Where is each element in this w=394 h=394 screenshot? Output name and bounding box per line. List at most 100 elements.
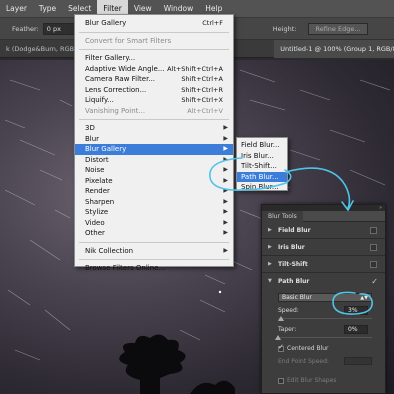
centered-blur-option[interactable]: ✓ Centered Blur xyxy=(278,343,385,354)
filter-menu-blur-gallery-last[interactable]: Blur Gallery Ctrl+F xyxy=(75,18,233,29)
menu-divider xyxy=(79,31,229,33)
filter-menu-adaptive-wide-angle[interactable]: Adaptive Wide Angle... Alt+Shift+Ctrl+A xyxy=(75,64,233,75)
menu-layer[interactable]: Layer xyxy=(0,0,33,18)
refine-edge-button[interactable]: Refine Edge... xyxy=(308,22,368,35)
dropdown-arrow-icon: ▲▼ xyxy=(360,295,368,301)
section-enable-checkbox[interactable] xyxy=(370,227,377,234)
filter-menu-camera-raw[interactable]: Camera Raw Filter... Shift+Ctrl+A xyxy=(75,74,233,85)
section-label: Iris Blur xyxy=(278,244,305,251)
expand-triangle-icon[interactable]: ▶ xyxy=(268,239,272,256)
section-tilt-shift[interactable]: ▶ Tilt-Shift xyxy=(262,256,385,273)
bright-star xyxy=(218,290,222,294)
checkmark-icon[interactable]: ✓ xyxy=(371,273,378,290)
submenu-iris-blur[interactable]: Iris Blur... xyxy=(237,151,287,162)
menu-divider xyxy=(79,241,229,243)
end-point-speed-row: End Point Speed: xyxy=(278,356,385,367)
filter-menu-pixelate[interactable]: Pixelate ▶ xyxy=(75,176,233,187)
filter-menu-video[interactable]: Video ▶ xyxy=(75,218,233,229)
taper-slider[interactable] xyxy=(275,335,372,340)
filter-menu-other[interactable]: Other ▶ xyxy=(75,228,233,239)
submenu-arrow-icon: ▶ xyxy=(223,124,228,131)
panel-title[interactable]: Blur Tools xyxy=(262,211,303,222)
submenu-tilt-shift[interactable]: Tilt-Shift... xyxy=(237,161,287,172)
section-enable-checkbox[interactable] xyxy=(370,261,377,268)
submenu-arrow-icon: ▶ xyxy=(223,187,228,194)
speed-input[interactable]: 3% xyxy=(344,306,368,315)
filter-menu-item-label: Pixelate xyxy=(85,176,113,185)
filter-menu-item-label: Camera Raw Filter... xyxy=(85,75,156,83)
section-path-blur[interactable]: ▼ Path Blur ✓ xyxy=(262,273,385,290)
end-point-speed-label: End Point Speed: xyxy=(278,358,329,365)
filter-menu-liquify[interactable]: Liquify... Shift+Ctrl+X xyxy=(75,95,233,106)
menu-type[interactable]: Type xyxy=(33,0,62,18)
submenu-arrow-icon: ▶ xyxy=(223,145,228,152)
filter-menu-item-label: Blur Gallery xyxy=(85,145,127,153)
filter-menu-item-label: Noise xyxy=(85,166,105,174)
speed-label: Speed: xyxy=(278,307,299,314)
filter-menu-convert-smart: Convert for Smart Filters xyxy=(85,36,172,45)
submenu-arrow-icon: ▶ xyxy=(223,218,228,226)
filter-menu-render[interactable]: Render ▶ xyxy=(75,186,233,197)
slider-track xyxy=(278,318,372,319)
filter-menu-blur-gallery[interactable]: Blur Gallery ▶ xyxy=(75,144,233,155)
section-label: Path Blur xyxy=(278,278,310,285)
speed-slider-knob[interactable] xyxy=(277,316,284,321)
shortcut-label: Ctrl+F xyxy=(202,19,223,27)
filter-menu-filter-gallery[interactable]: Filter Gallery... xyxy=(75,53,233,64)
edit-blur-shapes-option[interactable]: Edit Blur Shapes xyxy=(278,375,385,386)
blur-gallery-submenu: Field Blur... Iris Blur... Tilt-Shift...… xyxy=(236,137,288,191)
speed-slider[interactable] xyxy=(277,316,372,321)
submenu-spin-blur[interactable]: Spin Blur... xyxy=(237,182,287,193)
edit-blur-shapes-label: Edit Blur Shapes xyxy=(287,377,337,384)
submenu-field-blur[interactable]: Field Blur... xyxy=(237,140,287,151)
filter-menu-item-label: Blur xyxy=(85,134,100,143)
shortcut-label: Shift+Ctrl+X xyxy=(181,96,223,104)
filter-menu-noise[interactable]: Noise ▶ xyxy=(75,165,233,176)
taper-row: Taper: 0% xyxy=(278,324,385,336)
menu-divider xyxy=(79,49,229,50)
speed-row: Speed: 3% xyxy=(278,305,385,317)
centered-blur-label: Centered Blur xyxy=(287,345,329,352)
section-iris-blur[interactable]: ▶ Iris Blur xyxy=(262,239,385,256)
shortcut-label: Shift+Ctrl+A xyxy=(181,75,223,83)
dropdown-value: Basic Blur xyxy=(282,294,312,301)
filter-menu-nik-collection[interactable]: Nik Collection ▶ xyxy=(75,246,233,257)
submenu-arrow-icon: ▶ xyxy=(223,176,228,184)
submenu-arrow-icon: ▶ xyxy=(223,229,228,236)
blur-type-dropdown[interactable]: Basic Blur ▲▼ xyxy=(278,293,372,302)
filter-menu-item-label: Blur Gallery xyxy=(85,19,127,27)
shortcut-label: Alt+Shift+Ctrl+A xyxy=(167,64,223,73)
menu-divider xyxy=(79,259,229,260)
filter-menu-sharpen[interactable]: Sharpen ▶ xyxy=(75,197,233,208)
filter-menu-item-label: Stylize xyxy=(85,208,109,216)
submenu-path-blur[interactable]: Path Blur... xyxy=(237,171,287,182)
collapse-triangle-icon[interactable]: ▼ xyxy=(268,273,272,290)
menu-divider xyxy=(79,119,229,120)
edit-blur-shapes-checkbox[interactable] xyxy=(278,378,284,384)
shortcut-label: Alt+Ctrl+V xyxy=(187,106,223,115)
filter-menu-item-label: Vanishing Point... xyxy=(85,106,146,115)
filter-menu-distort[interactable]: Distort ▶ xyxy=(75,155,233,166)
taper-slider-knob[interactable] xyxy=(275,335,281,340)
submenu-arrow-icon: ▶ xyxy=(223,166,228,173)
panel-tab-row: Blur Tools xyxy=(262,211,385,222)
taper-input[interactable]: 0% xyxy=(344,325,368,334)
section-enable-checkbox[interactable] xyxy=(370,244,377,251)
end-point-speed-input xyxy=(344,357,372,365)
filter-menu-3d[interactable]: 3D ▶ xyxy=(75,123,233,134)
filter-menu-stylize[interactable]: Stylize ▶ xyxy=(75,207,233,218)
expand-triangle-icon[interactable]: ▶ xyxy=(268,256,272,273)
filter-menu-browse-online[interactable]: Browse Filters Online... xyxy=(75,263,233,274)
filter-menu-lens-correction[interactable]: Lens Correction... Shift+Ctrl+R xyxy=(75,85,233,96)
filter-menu-blur[interactable]: Blur ▶ xyxy=(75,134,233,145)
shortcut-label: Shift+Ctrl+R xyxy=(181,85,223,94)
filter-menu-item-label: Sharpen xyxy=(85,197,115,206)
tab-document-2[interactable]: Untitled-1 @ 100% (Group 1, RGB/8) * xyxy=(274,39,394,58)
expand-triangle-icon[interactable]: ▶ xyxy=(268,222,272,239)
section-field-blur[interactable]: ▶ Field Blur xyxy=(262,222,385,239)
blur-tools-panel: » Blur Tools ▶ Field Blur ▶ Iris Blur ▶ … xyxy=(261,204,386,394)
submenu-arrow-icon: ▶ xyxy=(223,155,228,163)
tree-silhouette xyxy=(119,334,186,394)
slider-track xyxy=(278,337,372,338)
submenu-arrow-icon: ▶ xyxy=(223,197,228,205)
